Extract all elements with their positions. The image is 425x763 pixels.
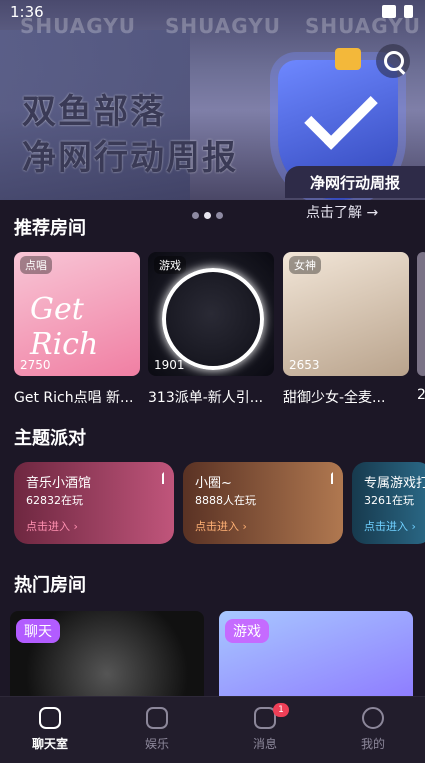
tab-label: 我的 xyxy=(360,737,385,751)
themes-heading: 主题派对 xyxy=(14,428,86,449)
theme-card[interactable]: 专属游戏打 3261在玩 点击进入 › xyxy=(352,462,425,544)
tab-label: 娱乐 xyxy=(144,737,169,751)
signal-icon xyxy=(319,472,333,484)
tab-profile[interactable]: 我的 xyxy=(333,707,413,752)
crown-icon xyxy=(335,48,361,70)
room-tag: 游戏 xyxy=(154,256,186,274)
room-cover-logo: Get Rich xyxy=(30,292,99,362)
status-icons xyxy=(382,5,413,18)
room-title[interactable]: 313派单-新人引... xyxy=(148,387,276,407)
banner-title-line2: 净网行动周报 xyxy=(22,138,238,178)
neon-ring xyxy=(162,268,264,370)
bottom-tab-bar: 聊天室 娱乐 1 消息 我的 xyxy=(0,696,425,763)
theme-enter[interactable]: 点击进入 › xyxy=(26,518,78,534)
carousel-dot-active xyxy=(204,212,211,219)
room-card[interactable] xyxy=(417,252,425,376)
tab-chatroom[interactable]: 聊天室 xyxy=(10,707,90,752)
unread-badge: 1 xyxy=(273,703,289,717)
room-count: 1901 xyxy=(154,358,185,372)
tab-label: 聊天室 xyxy=(31,737,68,751)
banner-tag: 净网行动周报 xyxy=(285,166,425,198)
hot-room-badge: 聊天 xyxy=(16,619,60,643)
theme-enter[interactable]: 点击进入 › xyxy=(364,518,416,534)
room-count: 2653 xyxy=(289,358,320,372)
hot-room-badge: 游戏 xyxy=(225,619,269,643)
theme-enter[interactable]: 点击进入 › xyxy=(195,518,247,534)
recommended-heading: 推荐房间 xyxy=(14,218,86,239)
signal-icon xyxy=(150,472,164,484)
room-count: 2750 xyxy=(20,358,51,372)
room-title[interactable]: 2 xyxy=(417,387,425,403)
profile-icon xyxy=(362,707,384,729)
room-title[interactable]: Get Rich点唱 新... xyxy=(14,387,142,407)
carousel-dot xyxy=(192,212,199,219)
theme-name: 小圈~ xyxy=(195,476,232,491)
chatroom-icon xyxy=(39,707,61,729)
battery-icon xyxy=(404,5,413,18)
room-tag: 女神 xyxy=(289,256,321,274)
tab-label: 消息 xyxy=(252,737,277,751)
theme-name: 专属游戏打 xyxy=(364,476,425,491)
theme-popularity: 62832在玩 xyxy=(26,494,83,507)
banner-carousel[interactable]: SHUAGYU SHUAGYU SHUAGYU 双鱼部落 净网行动周报 净网行动… xyxy=(0,0,425,200)
hot-room-card[interactable]: 游戏 xyxy=(219,611,413,701)
room-title[interactable]: 甜御少女-全麦... xyxy=(283,387,411,407)
theme-card[interactable]: 小圈~ 8888人在玩 点击进入 › xyxy=(183,462,343,544)
hot-heading: 热门房间 xyxy=(14,575,86,596)
theme-name: 音乐小酒馆 xyxy=(26,476,92,491)
room-card[interactable]: 游戏 1901 xyxy=(148,252,274,376)
theme-card[interactable]: 音乐小酒馆 62832在玩 点击进入 › xyxy=(14,462,174,544)
room-card[interactable]: 女神 2653 xyxy=(283,252,409,376)
wifi-icon xyxy=(382,5,396,18)
status-time: 1:36 xyxy=(10,3,44,21)
theme-popularity: 3261在玩 xyxy=(364,494,414,507)
tab-entertainment[interactable]: 娱乐 xyxy=(117,707,197,752)
tab-messages[interactable]: 1 消息 xyxy=(225,703,305,752)
room-tag: 点唱 xyxy=(20,256,52,274)
banner-title-line1: 双鱼部落 xyxy=(22,92,166,132)
status-bar: 1:36 xyxy=(0,0,425,26)
carousel-dot xyxy=(216,212,223,219)
carousel-indicator xyxy=(192,212,223,219)
theme-popularity: 8888人在玩 xyxy=(195,494,256,507)
bookmark-icon xyxy=(146,707,168,729)
hot-room-card[interactable]: 聊天 xyxy=(10,611,204,701)
search-icon[interactable] xyxy=(376,44,410,78)
room-card[interactable]: 点唱 Get Rich 2750 xyxy=(14,252,140,376)
banner-link[interactable]: 点击了解 → xyxy=(306,202,378,222)
